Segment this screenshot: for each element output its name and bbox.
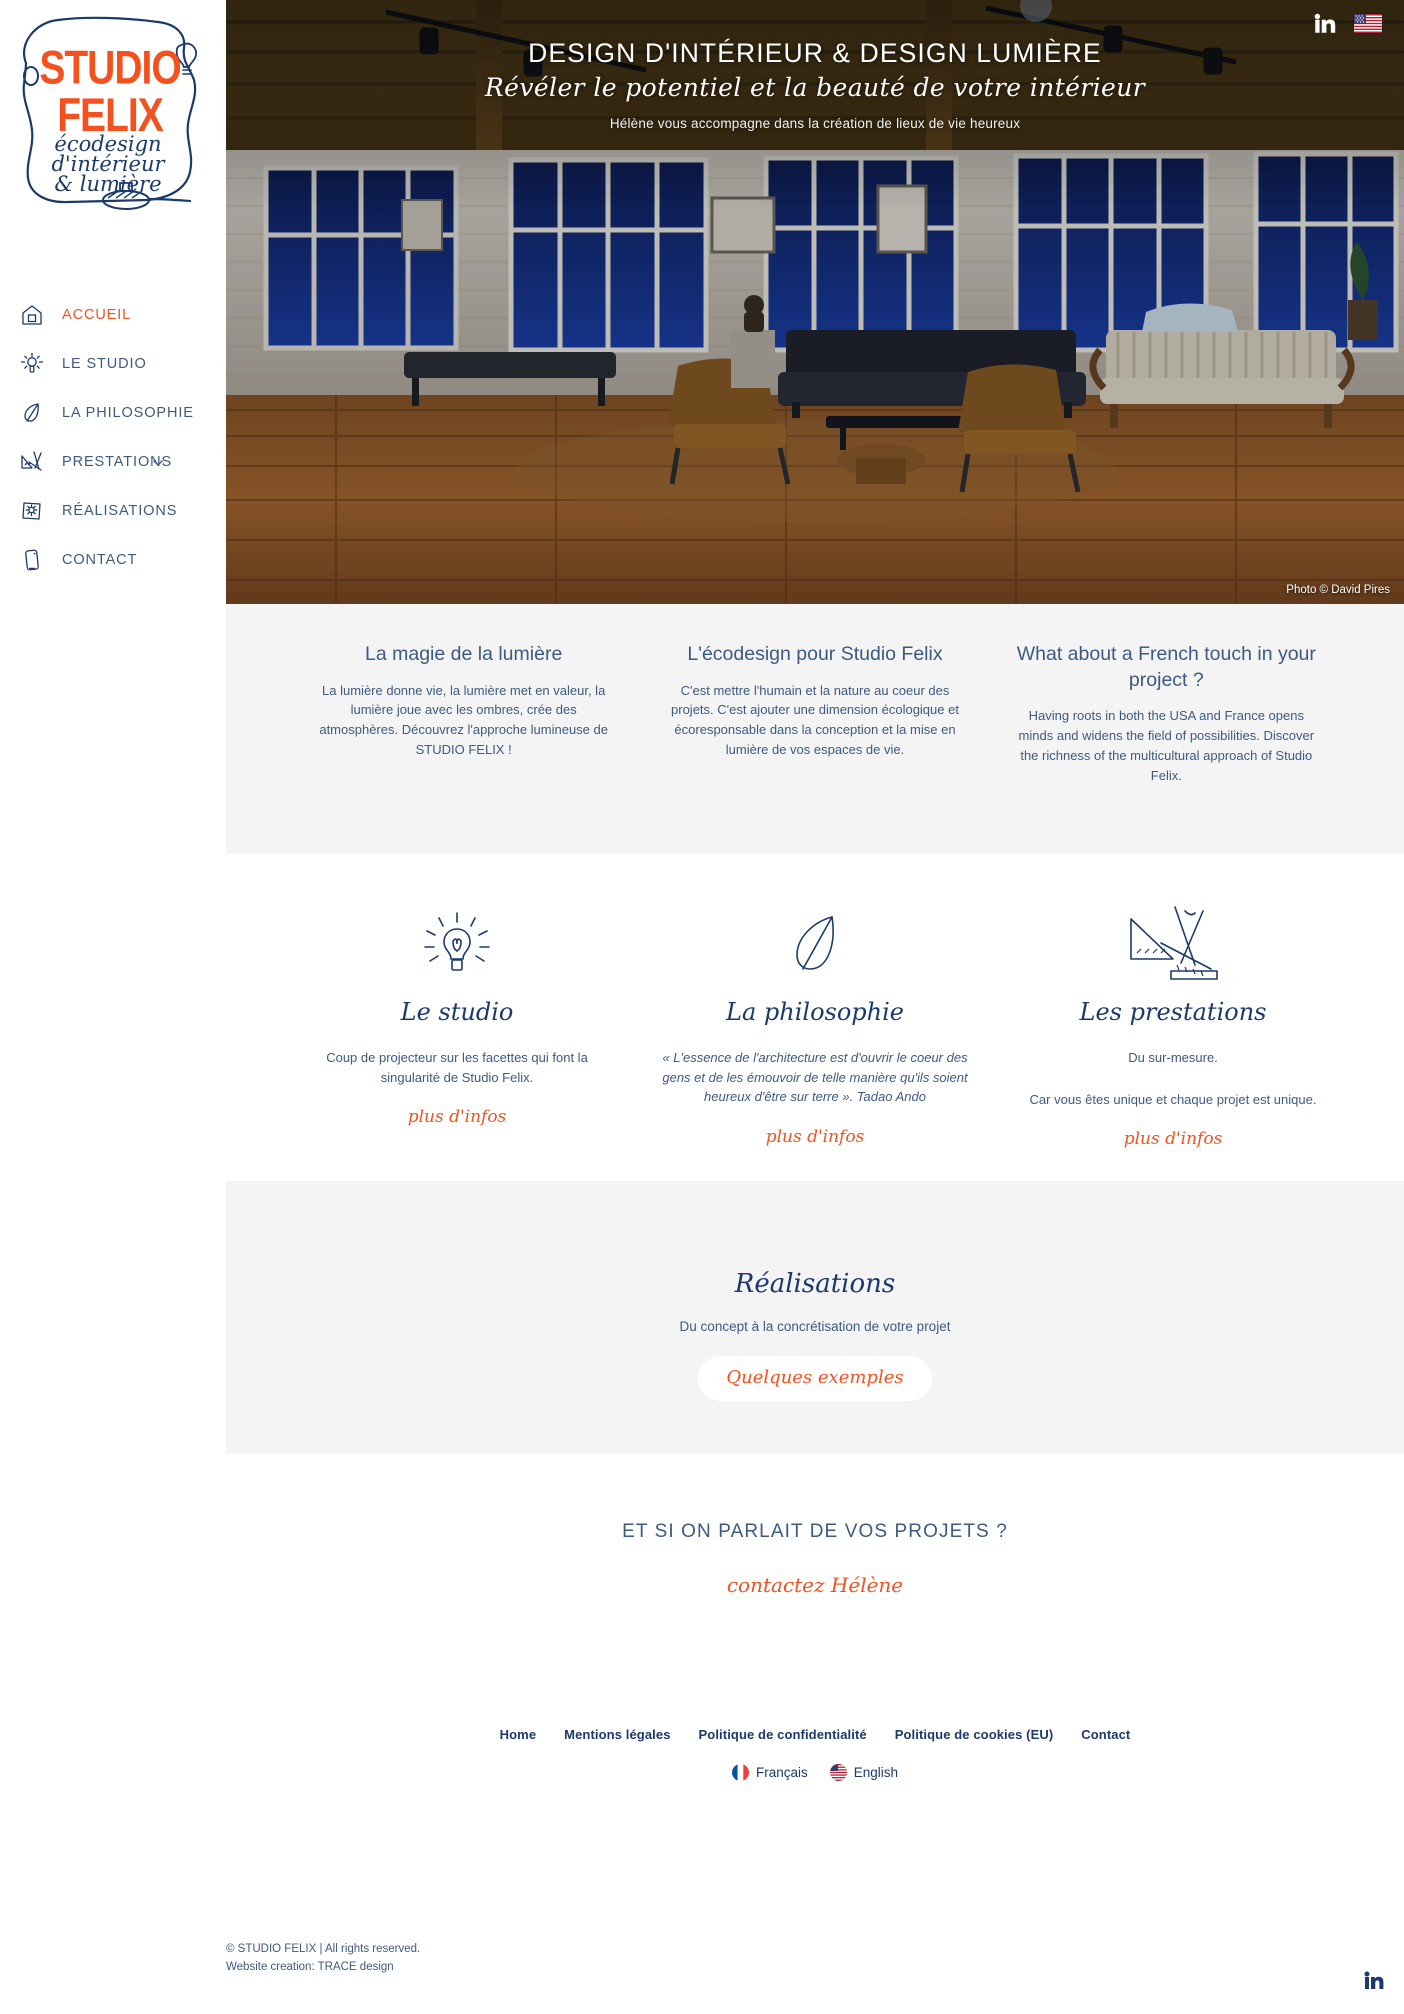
intro-title: L'écodesign pour Studio Felix — [687, 643, 943, 665]
hero-utility-icons — [1312, 10, 1382, 36]
feature-card-les-prestations: Les prestations Du sur-mesure. Car vous … — [994, 902, 1352, 1181]
logo-svg: STUDIO FELIX écodesign d'intérieur & lum… — [22, 16, 197, 210]
feature-title: Le studio — [400, 998, 514, 1026]
sidebar-item-label: LE STUDIO — [62, 355, 147, 372]
hero-tagline: Hélène vous accompagne dans la création … — [609, 116, 1021, 131]
framed-plan-icon — [18, 497, 46, 525]
footer-link-mentions-legales[interactable]: Mentions légales — [564, 1727, 670, 1742]
main-navigation: ACCUEIL LE STUDIO LA PHILOSOPHIE PRESTAT… — [0, 290, 226, 584]
feature-body: « L'essence de l'architecture est d'ouvr… — [662, 1050, 968, 1104]
realisations-title: Réalisations — [734, 1269, 896, 1299]
sidebar-item-label: CONTACT — [62, 551, 138, 568]
linkedin-icon[interactable] — [1362, 1968, 1386, 1992]
feature-body: Coup de projecteur sur les facettes qui … — [326, 1050, 588, 1085]
website-credit-text: Website creation: TRACE design — [226, 1960, 394, 1973]
feature-more-link[interactable]: plus d'infos — [1124, 1129, 1223, 1149]
site-footer: Home Mentions légales Politique de confi… — [226, 1675, 1404, 2014]
language-switcher: Français English — [226, 1764, 1404, 1781]
phone-icon — [18, 546, 46, 574]
sidebar-item-le-studio[interactable]: LE STUDIO — [0, 339, 226, 388]
sidebar-item-label: RÉALISATIONS — [62, 502, 178, 519]
realisations-section: Réalisations Du concept à la concrétisat… — [226, 1181, 1404, 1453]
hero-text-block: DESIGN D'INTÉRIEUR & DESIGN LUMIÈRE Révé… — [226, 38, 1404, 131]
linkedin-icon[interactable] — [1312, 10, 1338, 36]
copyright-text: © STUDIO FELIX | All rights reserved. — [226, 1943, 421, 1956]
svg-text:STUDIO: STUDIO — [39, 42, 181, 94]
feature-title: Les prestations — [1079, 998, 1267, 1026]
drafting-tools-icon — [18, 448, 46, 476]
cta-contact-link[interactable]: contactez Hélène — [727, 1573, 903, 1597]
sidebar-item-label: ACCUEIL — [62, 306, 132, 323]
footer-links: Home Mentions légales Politique de confi… — [226, 1675, 1404, 1742]
hero-subtitle: Révéler le potentiel et la beauté de vot… — [484, 73, 1146, 102]
fr-flag-icon — [731, 1764, 749, 1781]
language-label: English — [853, 1765, 899, 1780]
feature-card-la-philosophie: La philosophie « L'essence de l'architec… — [636, 902, 994, 1181]
language-option-english[interactable]: English — [829, 1764, 899, 1781]
footer-link-contact[interactable]: Contact — [1081, 1727, 1130, 1742]
intro-body: C'est mettre l'humain et la nature au co… — [671, 682, 959, 757]
logo[interactable]: STUDIO FELIX écodesign d'intérieur & lum… — [8, 8, 208, 268]
intro-column: L'écodesign pour Studio Felix C'est mett… — [639, 642, 990, 785]
svg-text:& lumière: & lumière — [54, 172, 161, 196]
footer-link-home[interactable]: Home — [500, 1727, 537, 1742]
sidebar-item-contact[interactable]: CONTACT — [0, 535, 226, 584]
leaf-icon — [18, 399, 46, 427]
intro-section: La magie de la lumière La lumière donne … — [226, 604, 1404, 854]
drafting-tools-icon — [1016, 902, 1330, 988]
sidebar-item-realisations[interactable]: RÉALISATIONS — [0, 486, 226, 535]
language-option-francais[interactable]: Français — [731, 1764, 808, 1781]
intro-column: What about a French touch in your projec… — [991, 642, 1342, 785]
feature-body-2: Car vous êtes unique et chaque projet es… — [1029, 1091, 1317, 1107]
feature-more-link[interactable]: plus d'infos — [408, 1107, 507, 1127]
sidebar-item-label: LA PHILOSOPHIE — [62, 404, 194, 421]
intro-body: La lumière donne vie, la lumière met en … — [319, 682, 608, 757]
intro-column: La magie de la lumière La lumière donne … — [288, 642, 639, 785]
intro-title: La magie de la lumière — [365, 643, 563, 665]
sidebar: STUDIO FELIX écodesign d'intérieur & lum… — [0, 0, 226, 2014]
house-icon — [18, 301, 46, 329]
realisations-button[interactable]: Quelques exemples — [698, 1356, 932, 1401]
main-content: DESIGN D'INTÉRIEUR & DESIGN LUMIÈRE Révé… — [226, 0, 1404, 2014]
lightbulb-rays-icon — [300, 902, 614, 988]
features-section: Le studio Coup de projecteur sur les fac… — [226, 854, 1404, 1181]
us-flag-icon[interactable] — [1354, 13, 1382, 33]
photo-credit: Photo © David Pires — [1286, 584, 1390, 596]
leaf-icon — [658, 902, 972, 988]
lightbulb-icon — [18, 350, 46, 378]
sidebar-item-prestations[interactable]: PRESTATIONS — [0, 437, 226, 486]
footer-link-confidentialite[interactable]: Politique de confidentialité — [699, 1727, 867, 1742]
sidebar-item-la-philosophie[interactable]: LA PHILOSOPHIE — [0, 388, 226, 437]
feature-body: Du sur-mesure. — [1128, 1050, 1218, 1065]
feature-card-le-studio: Le studio Coup de projecteur sur les fac… — [278, 902, 636, 1181]
sidebar-item-accueil[interactable]: ACCUEIL — [0, 290, 226, 339]
intro-title: What about a French touch in your projec… — [1016, 643, 1316, 691]
hero-banner: DESIGN D'INTÉRIEUR & DESIGN LUMIÈRE Révé… — [226, 0, 1404, 604]
contact-cta-section: ET SI ON PARLAIT DE VOS PROJETS ? contac… — [226, 1453, 1404, 1675]
feature-more-link[interactable]: plus d'infos — [766, 1127, 865, 1147]
cta-heading: ET SI ON PARLAIT DE VOS PROJETS ? — [622, 1521, 1008, 1542]
language-label: Français — [755, 1765, 808, 1780]
realisations-subtitle: Du concept à la concrétisation de votre … — [679, 1319, 951, 1334]
hero-title: DESIGN D'INTÉRIEUR & DESIGN LUMIÈRE — [528, 38, 1102, 68]
feature-title: La philosophie — [726, 998, 904, 1026]
footer-legal: © STUDIO FELIX | All rights reserved. We… — [199, 1941, 599, 1976]
footer-link-cookies[interactable]: Politique de cookies (EU) — [895, 1727, 1054, 1742]
us-flag-icon — [829, 1764, 847, 1781]
intro-body: Having roots in both the USA and France … — [1018, 708, 1315, 783]
chevron-down-icon[interactable] — [152, 456, 164, 468]
